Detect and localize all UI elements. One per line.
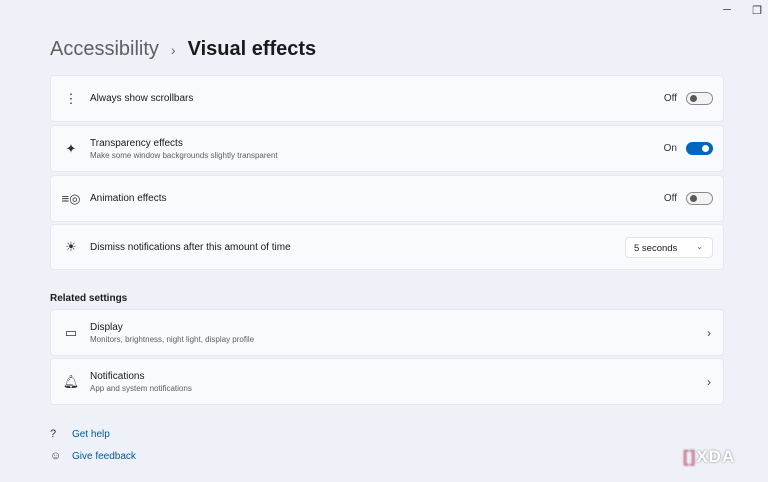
scrollbars-toggle[interactable] — [686, 92, 713, 105]
scrollbar-icon: ⋮ — [64, 90, 78, 106]
get-help-link[interactable]: ? Get help — [50, 428, 110, 440]
notification-timer-icon: ☀ — [65, 239, 77, 254]
setting-always-show-scrollbars: ⋮ Always show scrollbars Off — [50, 75, 724, 122]
minimize-button[interactable]: ─ — [717, 4, 737, 16]
related-title: Notifications — [90, 370, 145, 382]
toggle-state: On — [663, 143, 677, 154]
breadcrumb-accessibility[interactable]: Accessibility — [50, 38, 159, 61]
chevron-right-icon: › — [707, 325, 711, 340]
setting-title: Transparency effects — [90, 137, 183, 149]
bell-icon: 🔔︎ — [62, 373, 80, 389]
breadcrumb: Accessibility › Visual effects — [50, 38, 316, 61]
help-icon: ? — [50, 428, 57, 440]
related-display[interactable]: ▭ Display Monitors, brightness, night lig… — [50, 309, 724, 356]
setting-subtitle: Make some window backgrounds slightly tr… — [90, 150, 278, 160]
chevron-down-icon: ⌄ — [696, 241, 703, 251]
animation-toggle[interactable] — [686, 192, 713, 205]
setting-title: Animation effects — [90, 193, 167, 204]
get-help-label: Get help — [72, 428, 110, 440]
give-feedback-link[interactable]: ☺ Give feedback — [50, 450, 136, 462]
restore-button[interactable]: ❐ — [747, 4, 767, 17]
setting-transparency-effects: ✦ Transparency effects Make some window b… — [50, 125, 724, 172]
dropdown-value: 5 seconds — [634, 242, 678, 254]
setting-title: Dismiss notifications after this amount … — [90, 241, 291, 253]
transparency-icon: ✦ — [65, 140, 77, 156]
related-notifications[interactable]: 🔔︎ Notifications App and system notificat… — [50, 358, 724, 405]
related-settings-heading: Related settings — [50, 293, 128, 304]
toggle-state: Off — [663, 93, 677, 104]
transparency-toggle[interactable] — [686, 142, 713, 155]
setting-title: Always show scrollbars — [90, 93, 194, 104]
chevron-right-icon: › — [707, 374, 711, 389]
dismiss-time-dropdown[interactable]: 5 seconds ⌄ — [625, 236, 713, 258]
setting-animation-effects: ≡◎ Animation effects Off — [50, 175, 724, 222]
related-subtitle: Monitors, brightness, night light, displ… — [90, 334, 255, 344]
related-title: Display — [90, 321, 123, 333]
xda-watermark-logo: []XDA — [683, 447, 736, 466]
laptop-icon: ▭ — [64, 324, 78, 340]
feedback-icon: ☺ — [50, 450, 62, 462]
related-subtitle: App and system notifications — [90, 383, 192, 393]
animation-icon: ≡◎ — [61, 190, 81, 206]
setting-dismiss-notifications: ☀ Dismiss notifications after this amoun… — [50, 224, 724, 270]
toggle-state: Off — [663, 193, 677, 204]
page-title: Visual effects — [187, 38, 317, 60]
give-feedback-label: Give feedback — [72, 450, 136, 462]
breadcrumb-separator-icon: › — [170, 41, 176, 58]
